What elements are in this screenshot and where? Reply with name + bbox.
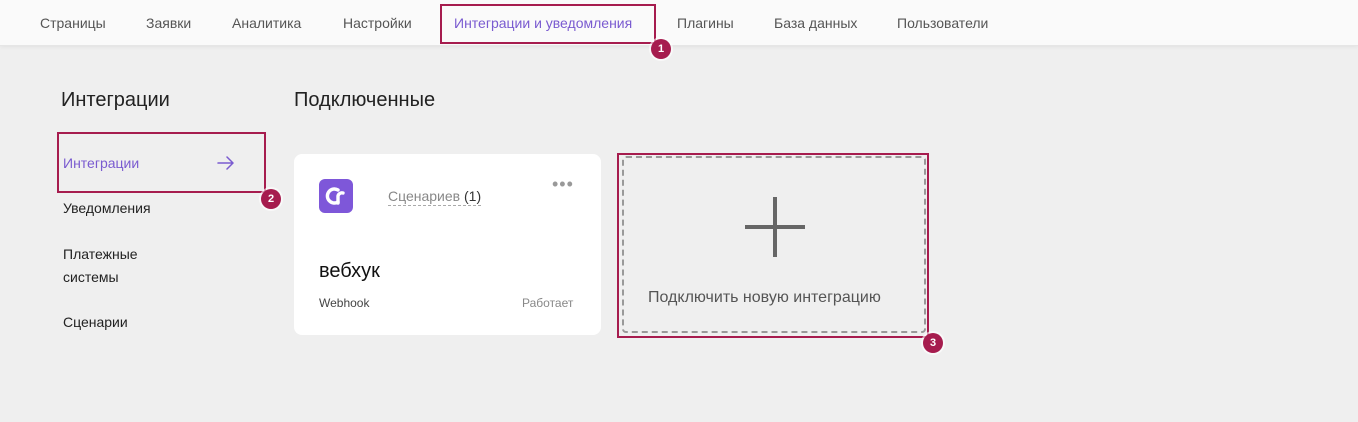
scenarios-label: Сценариев: [388, 188, 461, 204]
integration-card[interactable]: Сценариев (1) ••• вебхук Webhook Работае…: [294, 154, 601, 335]
sidebar-item-integrations[interactable]: Интеграции: [63, 152, 139, 175]
add-integration-label: Подключить новую интеграцию: [648, 289, 881, 306]
callout-badge-3: 3: [923, 333, 943, 353]
plus-icon: [745, 197, 805, 257]
integration-logo-icon: [319, 179, 353, 213]
integration-type: Webhook: [319, 296, 370, 310]
main-title: Подключенные: [294, 89, 436, 111]
tab-pages[interactable]: Страницы: [40, 15, 106, 31]
more-options-icon[interactable]: •••: [552, 175, 574, 193]
sidebar-item-scenarios[interactable]: Сценарии: [63, 311, 128, 334]
arrow-right-icon: [217, 156, 234, 170]
tab-settings[interactable]: Настройки: [343, 15, 412, 31]
callout-badge-2: 2: [261, 189, 281, 209]
tab-database[interactable]: База данных: [774, 15, 857, 31]
tab-analytics[interactable]: Аналитика: [232, 15, 301, 31]
scenarios-link[interactable]: Сценариев (1): [388, 188, 482, 206]
tab-plugins[interactable]: Плагины: [677, 15, 734, 31]
sidebar-item-payment-systems[interactable]: Платежные системы: [63, 243, 173, 289]
tab-requests[interactable]: Заявки: [146, 15, 191, 31]
tab-integrations-notifications[interactable]: Интеграции и уведомления: [454, 15, 632, 31]
sidebar-item-notifications[interactable]: Уведомления: [63, 197, 151, 220]
integration-name: вебхук: [319, 260, 380, 282]
scenarios-count: (1): [464, 188, 482, 204]
callout-badge-1: 1: [651, 39, 671, 59]
integration-status: Работает: [522, 296, 574, 310]
top-navigation: Страницы Заявки Аналитика Настройки Инте…: [0, 0, 1358, 46]
sidebar-title: Интеграции: [61, 89, 170, 111]
tab-users[interactable]: Пользователи: [897, 15, 988, 31]
add-integration-tile[interactable]: Подключить новую интеграцию: [622, 156, 926, 333]
